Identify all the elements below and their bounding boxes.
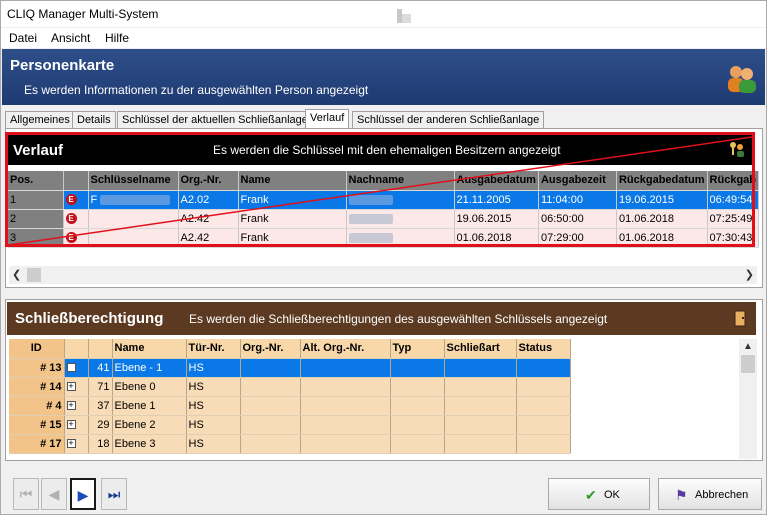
prev-icon: ◀ (48, 486, 60, 502)
expand-checkbox[interactable] (66, 363, 76, 373)
door-icon (734, 310, 746, 327)
menu-datei[interactable]: Datei (9, 31, 37, 45)
menu-bar: Datei Ansicht Hilfe (1, 28, 766, 48)
schliessberechtigung-title: Schließberechtigung (15, 310, 164, 327)
col-tuer-nr[interactable]: Tür-Nr. (186, 339, 241, 359)
col-num[interactable] (88, 339, 113, 359)
scroll-left-icon[interactable]: ❮ (12, 268, 21, 281)
check-icon: ✔ (585, 487, 597, 503)
col-schliessart[interactable]: Schließart (444, 339, 517, 359)
menu-ansicht[interactable]: Ansicht (51, 31, 90, 45)
main-window: CLIQ Manager Multi-System Datei Ansicht … (0, 0, 767, 515)
cancel-button[interactable]: ⚑ Abbrechen (658, 478, 762, 510)
scroll-thumb[interactable] (27, 268, 41, 282)
schliessberechtigung-subtitle: Es werden die Schließberechtigungen des … (189, 312, 608, 326)
window-title: CLIQ Manager Multi-System (7, 7, 159, 21)
prev-record-button[interactable]: ◀ (41, 478, 67, 510)
first-icon: ⏮ (19, 486, 33, 502)
expand-plus-icon[interactable]: + (66, 420, 76, 430)
tab-allgemeines[interactable]: Allgemeines (5, 111, 75, 129)
red-strike-line (8, 136, 752, 245)
title-bar: CLIQ Manager Multi-System (1, 1, 766, 27)
tab-strip: Allgemeines Details Schlüssel der aktuel… (5, 109, 765, 129)
col-name[interactable]: Name (112, 339, 187, 359)
expand-plus-icon[interactable]: + (66, 382, 76, 392)
persons-icon (728, 66, 756, 93)
ok-button[interactable]: ✔ OK (548, 478, 650, 510)
table-row[interactable]: # 14 + 71 Ebene 0 HS (9, 377, 571, 397)
tab-verlauf[interactable]: Verlauf (305, 109, 350, 129)
tab-schluessel-aktuell[interactable]: Schlüssel der aktuellen Schließanlage (117, 111, 313, 129)
col-id[interactable]: ID (9, 339, 65, 359)
first-record-button[interactable]: ⏮ (13, 478, 39, 510)
horizontal-scrollbar[interactable]: ❮ ❯ (9, 266, 757, 284)
col-status[interactable]: Status (516, 339, 571, 359)
next-icon: ▶ (77, 487, 89, 503)
page-header: Personenkarte Es werden Informationen zu… (2, 49, 765, 105)
last-record-button[interactable]: ⏭ (101, 478, 127, 510)
next-record-button[interactable]: ▶ (70, 478, 96, 510)
schliessberechtigung-table: ID Name Tür-Nr. Org.-Nr. Alt. Org.-Nr. T… (9, 339, 571, 454)
scroll-up-icon[interactable]: ▲ (743, 341, 753, 352)
col-org-nr[interactable]: Org.-Nr. (240, 339, 301, 359)
tab-details[interactable]: Details (72, 111, 116, 129)
app-logo-icon (397, 9, 411, 23)
col-alt-org-nr[interactable]: Alt. Org.-Nr. (300, 339, 391, 359)
expand-plus-icon[interactable]: + (66, 401, 76, 411)
col-typ[interactable]: Typ (390, 339, 445, 359)
page-subtitle: Es werden Informationen zu der ausgewähl… (24, 83, 369, 97)
scroll-right-icon[interactable]: ❯ (745, 268, 754, 281)
schliessberechtigung-header: Schließberechtigung Es werden die Schlie… (7, 302, 756, 335)
page-title: Personenkarte (10, 57, 115, 74)
col-expand[interactable] (64, 339, 89, 359)
table-row[interactable]: # 17 + 18 Ebene 3 HS (9, 434, 571, 454)
vertical-scrollbar[interactable]: ▲ (739, 339, 757, 459)
menu-hilfe[interactable]: Hilfe (105, 31, 129, 45)
table-row[interactable]: # 13 41 Ebene - 1 HS (9, 358, 571, 378)
last-icon: ⏭ (107, 486, 121, 502)
cancel-icon: ⚑ (675, 487, 688, 503)
expand-plus-icon[interactable]: + (66, 439, 76, 449)
table-row[interactable]: # 4 + 37 Ebene 1 HS (9, 396, 571, 416)
table-row[interactable]: # 15 + 29 Ebene 2 HS (9, 415, 571, 435)
tab-schluessel-andere[interactable]: Schlüssel der anderen Schließanlage (352, 111, 545, 129)
scroll-thumb[interactable] (741, 355, 755, 373)
